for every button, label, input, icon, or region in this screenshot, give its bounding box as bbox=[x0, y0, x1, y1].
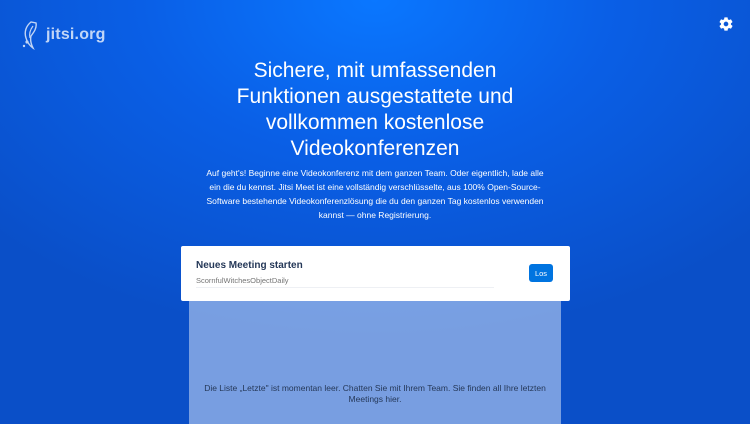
jitsi-logo-icon bbox=[22, 21, 37, 50]
new-meeting-title: Neues Meeting starten bbox=[196, 260, 303, 271]
settings-button[interactable] bbox=[718, 16, 734, 32]
logo-text: jitsi.org bbox=[46, 26, 106, 43]
gear-icon bbox=[719, 17, 733, 31]
page-headline: Sichere, mit umfassenden Funktionen ausg… bbox=[236, 59, 514, 160]
page-description: Auf geht's! Beginne eine Videokonferenz … bbox=[206, 168, 544, 220]
jitsi-logo[interactable]: jitsi.org bbox=[20, 20, 106, 50]
recent-empty-message: Die Liste „Letzte" ist momentan leer. Ch… bbox=[204, 383, 546, 404]
go-button[interactable]: Los bbox=[529, 264, 553, 282]
new-meeting-card: Neues Meeting starten Los bbox=[181, 246, 570, 301]
recent-meetings-panel: Die Liste „Letzte" ist momentan leer. Ch… bbox=[189, 301, 561, 424]
room-name-input[interactable] bbox=[196, 274, 494, 288]
